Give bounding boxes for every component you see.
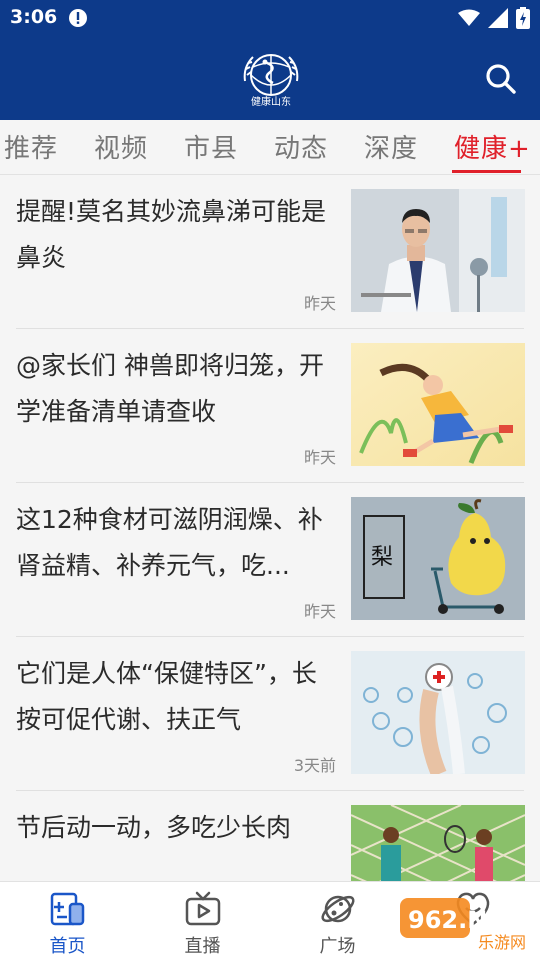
article-thumbnail-tennis[interactable] <box>351 805 525 881</box>
article-title[interactable]: 提醒!莫名其妙流鼻涕可能是鼻炎 <box>16 189 334 281</box>
nav-live[interactable]: 直播 <box>135 882 270 961</box>
tab-video[interactable]: 视频 <box>94 128 148 170</box>
list-item[interactable]: 这12种食材可滋阴润燥、补肾益精、补养元气，吃... 昨天 梨 <box>16 483 525 637</box>
article-time: 3天前 <box>293 756 336 775</box>
article-time: 昨天 <box>303 602 336 621</box>
alert-notification-icon <box>69 9 87 27</box>
tv-play-icon <box>185 891 221 926</box>
news-feed[interactable]: 提醒!莫名其妙流鼻涕可能是鼻炎 昨天 @家长们 神兽即将归笼，开学准备清单请查收… <box>0 175 540 881</box>
cell-signal-icon <box>488 8 508 28</box>
pear-scooter-illustration <box>431 499 506 614</box>
article-time: 昨天 <box>303 294 336 313</box>
watermark-sub: 乐游网 <box>478 933 526 952</box>
status-bar: 3:06 <box>0 0 540 36</box>
article-thumbnail-pear[interactable]: 梨 <box>351 497 525 620</box>
nav-square-label: 广场 <box>319 936 356 957</box>
status-time: 3:06 <box>10 6 58 28</box>
article-time: 昨天 <box>303 448 336 467</box>
nav-live-label: 直播 <box>184 936 221 957</box>
nav-home-label: 首页 <box>49 936 86 957</box>
article-thumbnail-stethoscope[interactable] <box>351 651 525 774</box>
article-thumbnail-running-girl[interactable] <box>351 343 525 466</box>
logo-caption: 健康山东 <box>251 95 291 108</box>
tab-city[interactable]: 市县 <box>184 128 238 170</box>
article-thumbnail-doctor[interactable] <box>351 189 525 312</box>
article-title[interactable]: 节后动一动，多吃少长肉 <box>16 805 334 851</box>
site-watermark: 962.NET 乐游网 <box>400 898 526 952</box>
list-item[interactable]: 它们是人体“保健特区”，长按可促代谢、扶正气 3天前 <box>16 637 525 791</box>
tab-tuijian[interactable]: 推荐 <box>4 128 58 170</box>
battery-charging-icon <box>516 7 530 29</box>
planet-icon <box>321 895 355 923</box>
article-title[interactable]: 这12种食材可滋阴润燥、补肾益精、补养元气，吃... <box>16 497 334 589</box>
watermark-brand: 962.NET <box>408 906 521 934</box>
nav-home[interactable]: 首页 <box>0 882 135 961</box>
article-title[interactable]: @家长们 神兽即将归笼，开学准备清单请查收 <box>16 343 334 435</box>
home-news-icon <box>50 892 85 926</box>
system-icons <box>458 7 530 29</box>
search-icon[interactable] <box>484 62 518 96</box>
tab-news[interactable]: 动态 <box>274 128 328 170</box>
wifi-icon <box>458 9 480 26</box>
list-item[interactable]: 提醒!莫名其妙流鼻涕可能是鼻炎 昨天 <box>16 175 525 329</box>
who-emblem-logo: 健康山东 <box>243 54 299 108</box>
nav-square[interactable]: 广场 <box>270 882 405 961</box>
tab-depth[interactable]: 深度 <box>364 128 418 170</box>
list-item[interactable]: 节后动一动，多吃少长肉 <box>16 791 525 881</box>
active-tab-indicator <box>452 170 521 173</box>
tab-health-plus[interactable]: 健康+ <box>454 128 531 170</box>
app-header: 健康山东 <box>0 36 540 120</box>
article-title[interactable]: 它们是人体“保健特区”，长按可促代谢、扶正气 <box>16 651 334 743</box>
category-tabs: 推荐 视频 市县 动态 深度 健康+ <box>0 120 540 175</box>
list-item[interactable]: @家长们 神兽即将归笼，开学准备清单请查收 昨天 <box>16 329 525 483</box>
